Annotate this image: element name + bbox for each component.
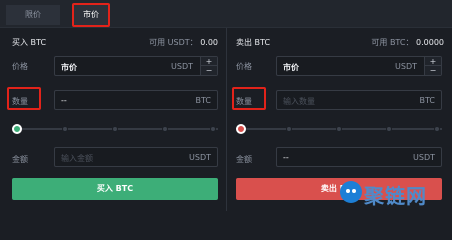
buy-total-field[interactable]: 输入金额 USDT — [54, 147, 218, 167]
buy-slider-handle[interactable] — [12, 124, 22, 134]
sell-price-increment-button[interactable]: + — [425, 57, 441, 66]
tab-market[interactable]: 市价 — [74, 5, 108, 25]
buy-price-increment-button[interactable]: + — [201, 57, 217, 66]
buy-btc-button[interactable]: 买入 BTC — [12, 178, 218, 200]
buy-title: 买入 BTC — [12, 38, 47, 47]
sell-price-stepper: + − — [424, 57, 441, 75]
sell-total-field[interactable]: -- USDT — [276, 147, 442, 167]
buy-available-value: 0.00 — [200, 38, 218, 47]
tab-limit[interactable]: 限价 — [6, 5, 60, 25]
sell-amount-placeholder: 输入数量 — [283, 97, 315, 106]
buy-amount-slider[interactable] — [12, 123, 218, 135]
sell-slider-handle[interactable] — [236, 124, 246, 134]
sell-total-value: -- — [283, 153, 289, 162]
buy-total-label: 金额 — [12, 155, 28, 164]
sell-amount-slider[interactable] — [236, 123, 442, 135]
buy-amount-label: 数量 — [12, 97, 28, 106]
sell-price-label: 价格 — [236, 62, 252, 71]
buy-total-unit: USDT — [189, 153, 211, 162]
buy-available: 可用 USDT： 0.00 — [149, 37, 218, 48]
buy-price-value: 市价 — [61, 63, 77, 72]
buy-slider-stop-50[interactable] — [112, 126, 118, 132]
buy-amount-value: -- — [61, 96, 67, 105]
watermark-text: 聚链网 — [364, 184, 427, 208]
sell-total-unit: USDT — [413, 153, 435, 162]
buy-price-decrement-button[interactable]: − — [201, 66, 217, 75]
sell-slider-stop-100[interactable] — [434, 126, 440, 132]
buy-total-placeholder: 输入金额 — [61, 154, 93, 163]
sell-price-unit: USDT — [395, 62, 417, 71]
buy-price-field[interactable]: 市价 USDT + − — [54, 56, 218, 76]
watermark: 聚链网 — [340, 178, 452, 211]
watermark-mascot-icon — [340, 181, 362, 203]
sell-amount-label: 数量 — [236, 97, 252, 106]
sell-total-label: 金额 — [236, 155, 252, 164]
buy-price-unit: USDT — [171, 62, 193, 71]
sell-available-value: 0.0000 — [416, 38, 444, 47]
buy-price-label: 价格 — [12, 62, 28, 71]
buy-available-label: 可用 USDT： — [149, 38, 198, 47]
sell-title: 卖出 BTC — [236, 38, 271, 47]
sell-slider-stop-25[interactable] — [286, 126, 292, 132]
sell-amount-field[interactable]: 输入数量 BTC — [276, 90, 442, 110]
buy-slider-stop-75[interactable] — [162, 126, 168, 132]
sell-price-value: 市价 — [283, 63, 299, 72]
sell-slider-stop-50[interactable] — [336, 126, 342, 132]
sell-slider-stop-75[interactable] — [386, 126, 392, 132]
sell-price-decrement-button[interactable]: − — [425, 66, 441, 75]
buy-amount-unit: BTC — [195, 96, 212, 105]
buy-amount-field[interactable]: -- BTC — [54, 90, 218, 110]
buy-price-stepper: + − — [200, 57, 217, 75]
buy-slider-stop-25[interactable] — [62, 126, 68, 132]
sell-available-label: 可用 BTC： — [371, 38, 414, 47]
buy-slider-stop-100[interactable] — [210, 126, 216, 132]
buy-panel: 买入 BTC 可用 USDT： 0.00 价格 市价 USDT + − 数量 -… — [0, 28, 227, 211]
sell-available: 可用 BTC： 0.0000 — [371, 37, 444, 48]
sell-price-field[interactable]: 市价 USDT + − — [276, 56, 442, 76]
order-type-tabs: 限价 市价 — [0, 0, 452, 28]
sell-amount-unit: BTC — [419, 96, 436, 105]
